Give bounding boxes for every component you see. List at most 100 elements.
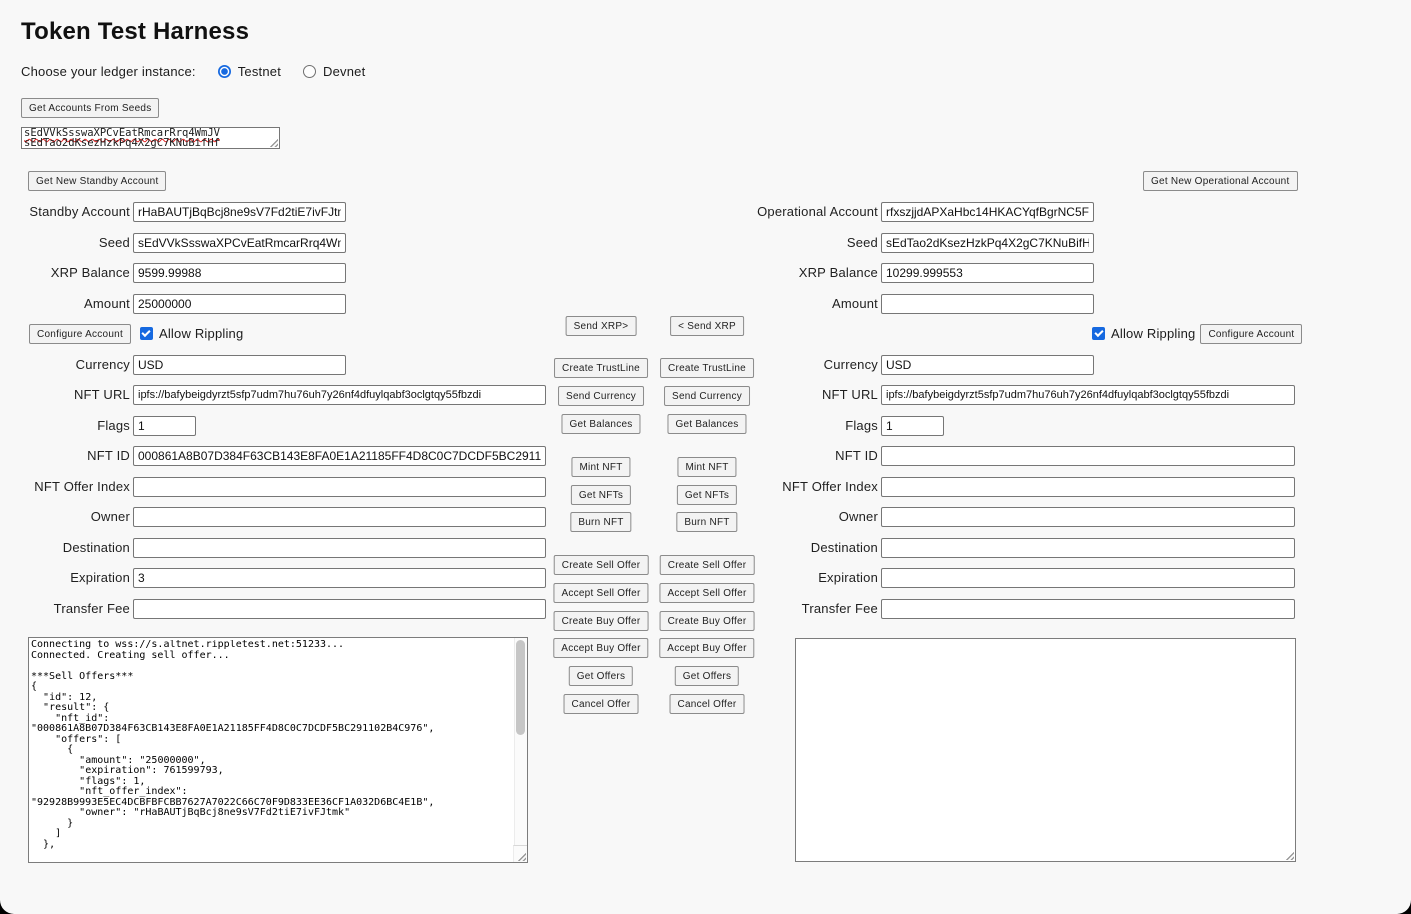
operational-destination-input[interactable] (881, 538, 1295, 558)
standby-expiration-label: Expiration (0, 568, 130, 588)
devnet-radio-label[interactable]: Devnet (323, 64, 365, 79)
scrollbar-thumb[interactable] (516, 640, 525, 735)
standby-send-xrp-button[interactable]: Send XRP> (566, 316, 637, 336)
standby-nft-url-label: NFT URL (0, 385, 130, 405)
operational-nft-offer-index-input[interactable] (881, 477, 1295, 497)
page-title: Token Test Harness (21, 18, 249, 46)
standby-nft-id-label: NFT ID (0, 446, 130, 466)
standby-configure-account-button[interactable]: Configure Account (29, 324, 131, 344)
standby-xrp-balance-input[interactable] (133, 263, 346, 283)
operational-expiration-input[interactable] (881, 568, 1295, 588)
operational-owner-label: Owner (748, 507, 878, 527)
standby-destination-input[interactable] (133, 538, 546, 558)
standby-amount-label: Amount (0, 294, 130, 314)
standby-amount-input[interactable] (133, 294, 346, 314)
operational-seed-input[interactable] (881, 233, 1094, 253)
standby-owner-input[interactable] (133, 507, 546, 527)
operational-currency-input[interactable] (881, 355, 1094, 375)
operational-transfer-fee-input[interactable] (881, 599, 1295, 619)
get-new-operational-account-button[interactable]: Get New Operational Account (1143, 171, 1298, 191)
operational-expiration-label: Expiration (748, 568, 878, 588)
standby-account-input[interactable] (133, 202, 346, 222)
operational-accept-buy-offer-button[interactable]: Accept Buy Offer (659, 638, 754, 658)
standby-create-sell-offer-button[interactable]: Create Sell Offer (554, 555, 649, 575)
operational-currency-label: Currency (748, 355, 878, 375)
testnet-radio[interactable] (218, 65, 231, 78)
standby-burn-nft-button[interactable]: Burn NFT (570, 512, 631, 532)
operational-account-input[interactable] (881, 202, 1094, 222)
get-accounts-from-seeds-button[interactable]: Get Accounts From Seeds (21, 98, 159, 118)
operational-allow-rippling-checkbox[interactable] (1092, 327, 1105, 340)
operational-get-balances-button[interactable]: Get Balances (667, 414, 746, 434)
standby-flags-label: Flags (0, 416, 130, 436)
operational-transfer-fee-label: Transfer Fee (748, 599, 878, 619)
seeds-textarea[interactable]: sEdVVkSsswaXPCvEatRmcarRrq4WmJV sEdTao2d… (21, 127, 280, 149)
standby-get-balances-button[interactable]: Get Balances (561, 414, 640, 434)
standby-destination-label: Destination (0, 538, 130, 558)
operational-accept-sell-offer-button[interactable]: Accept Sell Offer (659, 583, 754, 603)
standby-create-buy-offer-button[interactable]: Create Buy Offer (554, 611, 649, 631)
operational-nft-id-input[interactable] (881, 446, 1295, 466)
operational-xrp-balance-label: XRP Balance (748, 263, 878, 283)
standby-nft-id-input[interactable] (133, 446, 546, 466)
standby-xrp-balance-label: XRP Balance (0, 263, 130, 283)
standby-currency-input[interactable] (133, 355, 346, 375)
standby-seed-input[interactable] (133, 233, 346, 253)
standby-cancel-offer-button[interactable]: Cancel Offer (564, 694, 639, 714)
standby-owner-label: Owner (0, 507, 130, 527)
operational-cancel-offer-button[interactable]: Cancel Offer (670, 694, 745, 714)
standby-accept-sell-offer-button[interactable]: Accept Sell Offer (553, 583, 648, 603)
operational-account-label: Operational Account (748, 202, 878, 222)
ledger-instance-label: Choose your ledger instance: (21, 64, 196, 79)
operational-burn-nft-button[interactable]: Burn NFT (676, 512, 737, 532)
operational-nft-url-input[interactable] (881, 385, 1295, 405)
standby-account-label: Standby Account (0, 202, 130, 222)
operational-nft-id-label: NFT ID (748, 446, 878, 466)
standby-allow-rippling-checkbox[interactable] (140, 327, 153, 340)
operational-send-xrp-button[interactable]: < Send XRP (670, 316, 744, 336)
standby-currency-label: Currency (0, 355, 130, 375)
operational-create-trustline-button[interactable]: Create TrustLine (660, 358, 754, 378)
standby-get-offers-button[interactable]: Get Offers (569, 666, 633, 686)
operational-xrp-balance-input[interactable] (881, 263, 1094, 283)
operational-create-buy-offer-button[interactable]: Create Buy Offer (660, 611, 755, 631)
token-test-harness-page: Token Test Harness Choose your ledger in… (0, 0, 1411, 914)
operational-amount-input[interactable] (881, 294, 1094, 314)
standby-flags-input[interactable] (133, 416, 196, 436)
standby-create-trustline-button[interactable]: Create TrustLine (554, 358, 648, 378)
operational-results-console[interactable] (795, 638, 1296, 862)
standby-transfer-fee-label: Transfer Fee (0, 599, 130, 619)
standby-results-console[interactable]: Connecting to wss://s.altnet.rippletest.… (28, 637, 528, 863)
operational-get-offers-button[interactable]: Get Offers (675, 666, 739, 686)
standby-results-text: Connecting to wss://s.altnet.rippletest.… (31, 640, 512, 860)
standby-send-currency-button[interactable]: Send Currency (558, 386, 644, 406)
standby-results-scrollbar[interactable] (514, 638, 527, 845)
standby-accept-buy-offer-button[interactable]: Accept Buy Offer (553, 638, 648, 658)
get-new-standby-account-button[interactable]: Get New Standby Account (28, 171, 166, 191)
operational-destination-label: Destination (748, 538, 878, 558)
operational-owner-input[interactable] (881, 507, 1295, 527)
testnet-radio-label[interactable]: Testnet (238, 64, 281, 79)
operational-create-sell-offer-button[interactable]: Create Sell Offer (660, 555, 755, 575)
devnet-radio[interactable] (303, 65, 316, 78)
operational-allow-rippling-label[interactable]: Allow Rippling (1111, 324, 1195, 344)
ledger-instance-selector: Choose your ledger instance: Testnet Dev… (21, 64, 365, 79)
operational-flags-input[interactable] (881, 416, 944, 436)
standby-mint-nft-button[interactable]: Mint NFT (571, 457, 630, 477)
standby-nft-offer-index-input[interactable] (133, 477, 546, 497)
standby-allow-rippling-label[interactable]: Allow Rippling (159, 324, 243, 344)
seed-line-operational: sEdTao2dKsezHzkPq4X2gC7KNuBifHf (24, 138, 277, 148)
operational-configure-account-button[interactable]: Configure Account (1200, 324, 1302, 344)
operational-nft-url-label: NFT URL (748, 385, 878, 405)
standby-transfer-fee-input[interactable] (133, 599, 546, 619)
operational-results-text (798, 641, 1293, 859)
standby-expiration-input[interactable] (133, 568, 546, 588)
operational-seed-label: Seed (748, 233, 878, 253)
operational-mint-nft-button[interactable]: Mint NFT (677, 457, 736, 477)
standby-get-nfts-button[interactable]: Get NFTs (571, 485, 631, 505)
operational-flags-label: Flags (748, 416, 878, 436)
operational-amount-label: Amount (748, 294, 878, 314)
operational-send-currency-button[interactable]: Send Currency (664, 386, 750, 406)
standby-nft-url-input[interactable] (133, 385, 546, 405)
operational-get-nfts-button[interactable]: Get NFTs (677, 485, 737, 505)
